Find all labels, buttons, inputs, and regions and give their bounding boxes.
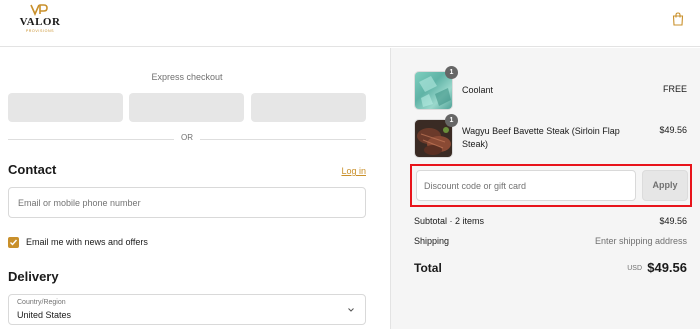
total-label: Total (414, 261, 442, 275)
newsletter-checkbox[interactable] (8, 237, 19, 248)
apply-discount-button[interactable]: Apply (642, 170, 688, 201)
or-label: OR (181, 133, 193, 142)
total-value: $49.56 (647, 260, 687, 275)
valor-logo[interactable]: VALOR PROVISIONS (18, 4, 62, 42)
newsletter-label: Email me with news and offers (26, 237, 148, 247)
shopping-bag-icon[interactable] (672, 12, 684, 26)
chevron-down-icon (348, 308, 354, 312)
subtotal-value: $49.56 (659, 216, 687, 226)
discount-placeholder: Discount code or gift card (424, 181, 527, 191)
email-placeholder: Email or mobile phone number (18, 198, 141, 208)
discount-code-input[interactable]: Discount code or gift card (416, 170, 636, 201)
express-pay-button-2[interactable] (129, 93, 244, 122)
express-pay-button-3[interactable] (251, 93, 366, 122)
delivery-title: Delivery (8, 269, 59, 284)
checkmark-icon (10, 239, 18, 246)
express-checkout-title: Express checkout (151, 72, 223, 82)
or-divider: OR (8, 133, 366, 145)
coolant-price: FREE (662, 84, 687, 94)
email-field[interactable]: Email or mobile phone number (8, 187, 366, 218)
country-select[interactable]: Country/Region United States (8, 294, 366, 325)
discount-highlight-box: Discount code or gift card Apply (410, 164, 692, 207)
login-link[interactable]: Log in (320, 166, 366, 176)
divider-line-left (8, 139, 174, 140)
country-value: United States (17, 310, 72, 320)
wagyu-name: Wagyu Beef Bavette Steak (Sirloin Flap S… (462, 126, 620, 149)
total-currency: USD (627, 265, 642, 272)
subtotal-label: Subtotal · 2 items (414, 216, 485, 226)
wagyu-price: $49.56 (659, 125, 687, 135)
country-label: Country/Region (17, 299, 66, 306)
shipping-label: Shipping (414, 236, 450, 246)
vp-logo-mark-icon (30, 4, 48, 16)
checkout-form: Express checkout OR Contact Log in Email… (0, 48, 390, 329)
coolant-qty-badge: 1 (445, 66, 458, 79)
order-summary: 1 Coolant FREE 1 Wagyu Beef Bavette Stea… (390, 48, 700, 329)
divider-line-right (200, 139, 366, 140)
contact-title: Contact (8, 162, 57, 177)
coolant-name: Coolant (462, 85, 494, 95)
shipping-value: Enter shipping address (594, 236, 687, 246)
brand-subtitle: PROVISIONS (25, 29, 55, 33)
header: VALOR PROVISIONS (0, 0, 700, 47)
wagyu-qty-badge: 1 (445, 114, 458, 127)
express-pay-button-1[interactable] (8, 93, 123, 122)
brand-name: VALOR (19, 16, 61, 28)
